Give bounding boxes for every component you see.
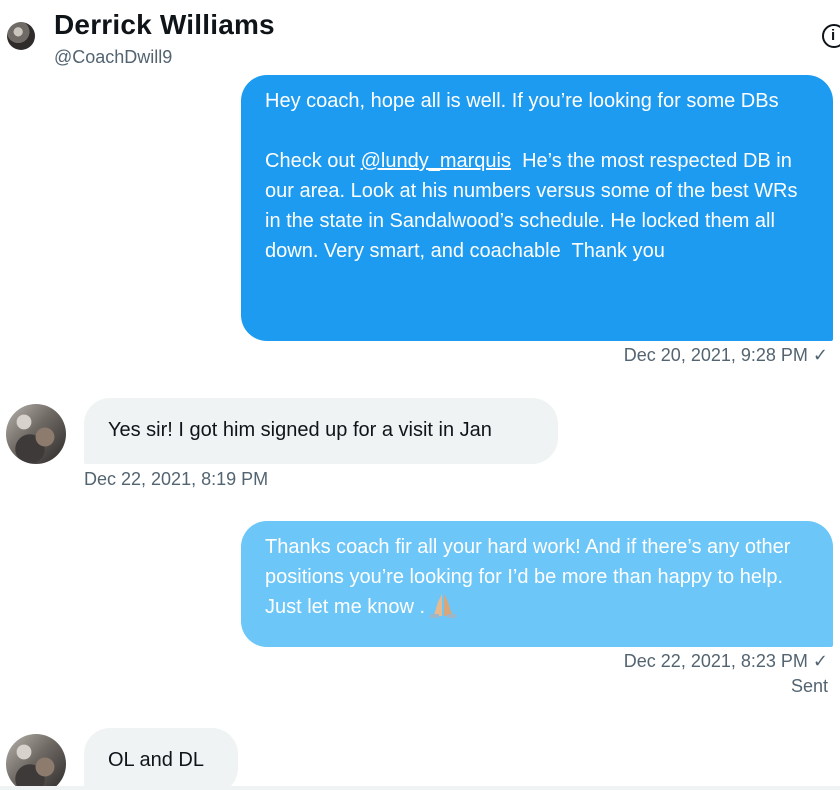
message-status: Sent	[790, 676, 828, 696]
message-text: Yes sir! I got him signed up for a visit…	[108, 419, 492, 441]
info-icon[interactable]: i	[822, 24, 840, 48]
header-avatar[interactable]	[7, 22, 35, 50]
message-timestamp: Dec 22, 2021, 8:19 PM	[84, 469, 269, 489]
check-icon: ✓	[812, 345, 828, 365]
contact-name[interactable]: Derrick Williams	[54, 9, 275, 41]
contact-avatar[interactable]	[6, 404, 66, 464]
contact-avatar[interactable]	[6, 734, 66, 790]
message-timestamp: Dec 22, 2021, 8:23 PM ✓	[623, 651, 828, 671]
dm-conversation: Derrick Williams @CoachDwill9 i Hey coac…	[0, 0, 840, 790]
composer-divider	[0, 786, 840, 790]
message-timestamp: Dec 20, 2021, 9:28 PM ✓	[623, 345, 828, 365]
received-message-bubble[interactable]: Yes sir! I got him signed up for a visit…	[84, 398, 558, 464]
conversation-header: Derrick Williams @CoachDwill9 i	[0, 0, 840, 72]
received-message-bubble[interactable]: OL and DL	[84, 728, 238, 790]
message-text: Thanks coach fir all your hard work! And…	[265, 536, 797, 618]
contact-handle[interactable]: @CoachDwill9	[54, 47, 172, 68]
check-icon: ✓	[812, 651, 828, 671]
sent-message-bubble[interactable]: Thanks coach fir all your hard work! And…	[241, 521, 833, 647]
folded-hands-emoji-icon	[430, 594, 457, 618]
message-text: OL and DL	[108, 749, 204, 771]
mention-link[interactable]: @lundy_marquis	[361, 150, 511, 172]
sent-message-bubble[interactable]: Hey coach, hope all is well. If you’re l…	[241, 75, 833, 341]
